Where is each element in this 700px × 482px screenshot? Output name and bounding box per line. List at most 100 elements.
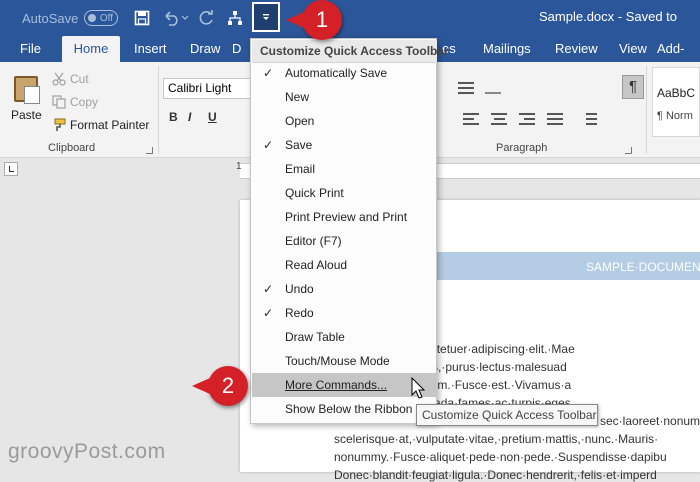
- font-name-box[interactable]: Calibri Light: [163, 78, 253, 99]
- copy-label: Copy: [70, 95, 99, 109]
- menu-item-show-below-ribbon[interactable]: Show Below the Ribbon: [252, 397, 437, 421]
- format-painter-label: Format Painter: [70, 118, 150, 132]
- document-line: nonummy.·Fusce·aliquet·pede·non·pede.·Su…: [334, 450, 667, 464]
- underline-button[interactable]: U: [208, 110, 217, 124]
- menu-item-label: Quick Print: [285, 186, 344, 200]
- menu-item-more-commands[interactable]: More Commands...: [252, 373, 437, 397]
- menu-item-undo[interactable]: ✓ Undo: [252, 277, 437, 301]
- group-separator: [646, 66, 647, 154]
- menu-item-save[interactable]: ✓ Save: [252, 133, 437, 157]
- menu-item-label: Draw Table: [285, 330, 345, 344]
- shading-icon[interactable]: [482, 78, 504, 98]
- line-spacing-options-icon[interactable]: [578, 110, 600, 130]
- clipboard-group-label: Clipboard: [48, 142, 96, 154]
- document-line: sec·laoreet·nonum: [600, 414, 700, 428]
- autosave-state: Off: [99, 12, 113, 24]
- align-center-icon[interactable]: [488, 110, 510, 130]
- banner-text: SAMPLE·DOCUMEN: [586, 260, 700, 274]
- copy-icon: [52, 95, 66, 109]
- tab-view[interactable]: View: [619, 36, 647, 62]
- qat-organization-chart-button[interactable]: [224, 0, 246, 36]
- menu-item-editor[interactable]: Editor (F7): [252, 229, 437, 253]
- menu-item-draw-table[interactable]: Draw Table: [252, 325, 437, 349]
- cut-button[interactable]: Cut: [52, 72, 89, 86]
- menu-item-redo[interactable]: ✓ Redo: [252, 301, 437, 325]
- autosave-label: AutoSave: [22, 10, 79, 26]
- paragraph-dialog-launcher[interactable]: [625, 147, 632, 154]
- bold-button[interactable]: B: [169, 110, 178, 124]
- menu-item-email[interactable]: Email: [252, 157, 437, 181]
- menu-item-label: Editor (F7): [285, 234, 342, 248]
- menu-item-print-preview[interactable]: Print Preview and Print: [252, 205, 437, 229]
- align-right-icon[interactable]: [516, 110, 538, 130]
- menu-item-label: Print Preview and Print: [285, 210, 408, 224]
- step-callout-2: 2: [192, 366, 248, 406]
- tab-selector[interactable]: [4, 162, 18, 176]
- tab-home[interactable]: Home: [62, 36, 120, 62]
- menu-item-automatically-save[interactable]: ✓ Automatically Save: [252, 61, 437, 85]
- style-normal-label: ¶ Norm: [657, 110, 693, 122]
- paste-label: Paste: [11, 108, 42, 122]
- tab-draw[interactable]: Draw: [190, 36, 220, 62]
- menu-item-open[interactable]: Open: [252, 109, 437, 133]
- italic-button[interactable]: I: [188, 110, 191, 124]
- menu-item-read-aloud[interactable]: Read Aloud: [252, 253, 437, 277]
- check-icon: ✓: [262, 306, 274, 320]
- menu-item-label: New: [285, 90, 310, 104]
- org-chart-icon: [228, 11, 242, 25]
- cut-label: Cut: [70, 72, 89, 86]
- document-title: Sample.docx - Saved to: [539, 9, 678, 24]
- qat-save-button[interactable]: [131, 0, 153, 36]
- tab-file[interactable]: File: [20, 36, 41, 62]
- check-icon: ✓: [262, 138, 274, 152]
- check-icon: ✓: [262, 282, 274, 296]
- menu-item-label: Redo: [285, 306, 314, 320]
- document-line: scelerisque·at,·vulputate·vitae,·pretium…: [334, 432, 659, 446]
- show-formatting-button[interactable]: ¶: [622, 75, 644, 99]
- menu-item-label: Open: [285, 114, 315, 128]
- menu-item-label: Save: [285, 138, 313, 152]
- paragraph-group-label: Paragraph: [496, 142, 548, 154]
- menu-item-label: Show Below the Ribbon: [285, 402, 413, 416]
- align-left-icon[interactable]: [460, 110, 482, 130]
- watermark: groovyPost.com: [8, 440, 166, 463]
- paste-button[interactable]: Paste: [8, 72, 44, 138]
- tab-mailings[interactable]: Mailings: [483, 36, 531, 62]
- mouse-cursor-icon: [411, 377, 426, 399]
- scissors-icon: [52, 72, 66, 86]
- autosave-toggle[interactable]: Off: [84, 10, 118, 26]
- qat-undo-button[interactable]: [160, 0, 192, 36]
- document-line: Donec·blandit·feugiat·ligula.·Donec·hend…: [334, 468, 657, 482]
- menu-item-label: Automatically Save: [285, 66, 388, 80]
- group-separator: [158, 66, 159, 154]
- menu-item-quick-print[interactable]: Quick Print: [252, 181, 437, 205]
- save-icon: [134, 10, 150, 26]
- format-painter-button[interactable]: Format Painter: [52, 118, 149, 132]
- customize-qat-button[interactable]: [252, 2, 280, 32]
- tab-design[interactable]: D: [232, 36, 241, 62]
- paste-sheet-icon: [24, 86, 40, 104]
- styles-gallery[interactable]: AaBbC ¶ Norm: [652, 67, 700, 137]
- copy-button[interactable]: Copy: [52, 95, 98, 109]
- check-icon: ✓: [262, 66, 274, 80]
- step-callout-1: 1: [286, 0, 342, 40]
- ruler-number: 1: [236, 161, 242, 172]
- menu-item-new[interactable]: New: [252, 85, 437, 109]
- paintbrush-icon: [54, 118, 66, 131]
- toggle-knob: [88, 14, 96, 22]
- tab-insert[interactable]: Insert: [134, 36, 167, 62]
- qat-redo-button[interactable]: [196, 0, 218, 36]
- menu-item-label: Touch/Mouse Mode: [285, 354, 390, 368]
- tab-add-ins[interactable]: Add-: [657, 36, 684, 62]
- justify-icon[interactable]: [544, 110, 566, 130]
- menu-item-touch-mouse-mode[interactable]: Touch/Mouse Mode: [252, 349, 437, 373]
- menu-item-label: Undo: [285, 282, 314, 296]
- clipboard-dialog-launcher[interactable]: [146, 147, 153, 154]
- undo-icon: [165, 11, 189, 26]
- line-spacing-icon[interactable]: [455, 78, 477, 98]
- menu-item-label: Read Aloud: [285, 258, 348, 272]
- style-sample: AaBbC: [657, 86, 696, 100]
- menu-title: Customize Quick Access Toolbar: [252, 40, 449, 63]
- tab-review[interactable]: Review: [555, 36, 598, 62]
- menu-item-label: Email: [285, 162, 316, 176]
